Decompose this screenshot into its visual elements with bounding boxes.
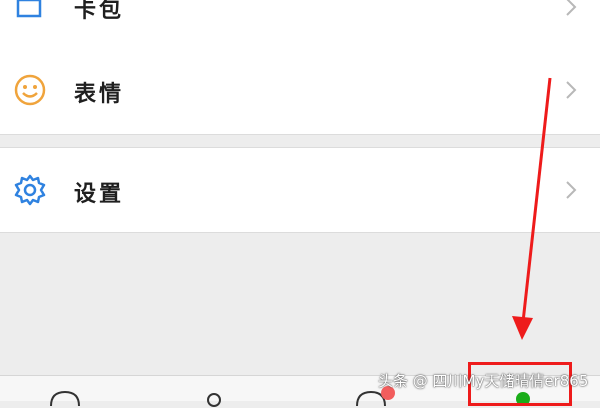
chat-bubble-icon bbox=[50, 390, 80, 407]
tab-contacts[interactable] bbox=[204, 388, 224, 408]
tab-chats[interactable] bbox=[48, 388, 82, 408]
contacts-icon bbox=[207, 393, 221, 407]
annotation-arrow bbox=[512, 77, 552, 340]
tab-discover[interactable] bbox=[354, 386, 395, 408]
watermark: 头条 @ 四川My天储晴倩er865 bbox=[378, 372, 589, 390]
